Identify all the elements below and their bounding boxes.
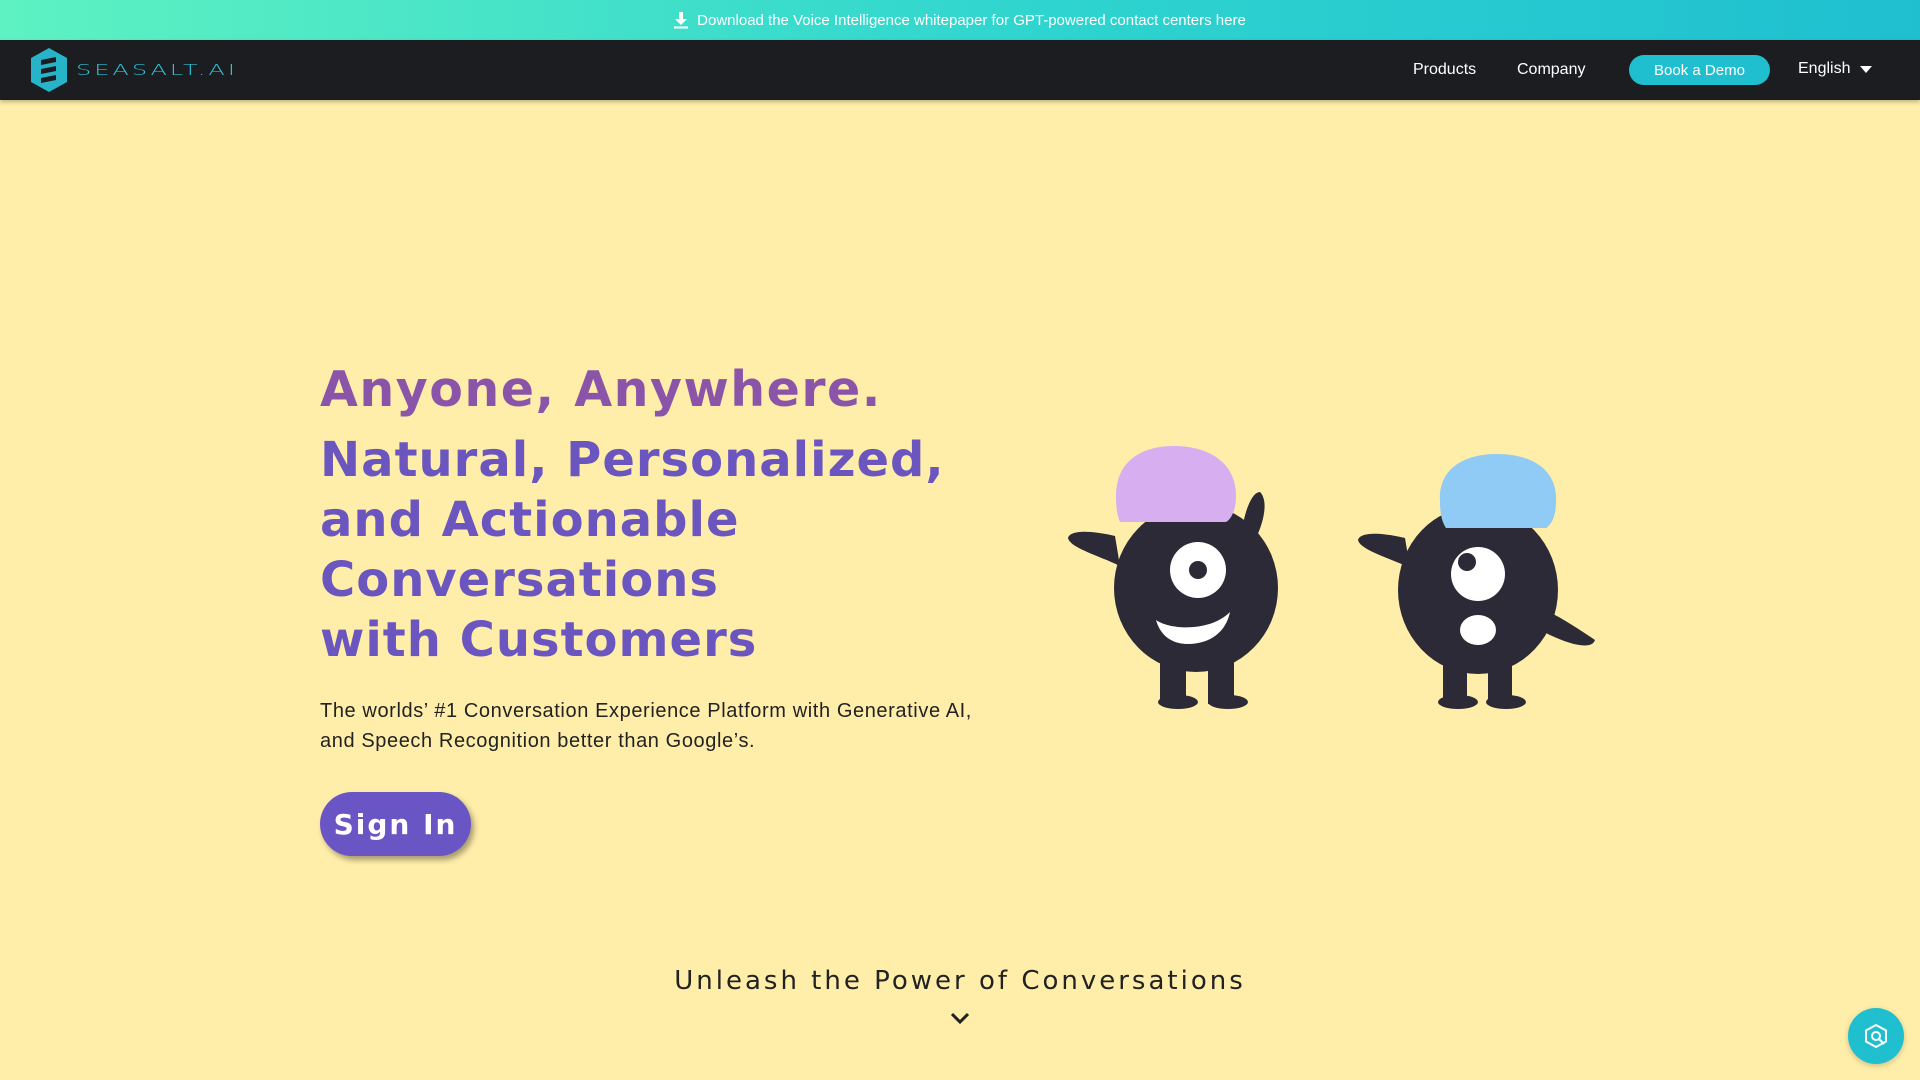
hero-headline: Natural, Personalized, and Actionable Co…: [320, 430, 1040, 670]
seasalt-logo-icon: [31, 48, 67, 92]
subtext-line: The worlds’ #1 Conversation Experience P…: [320, 700, 972, 722]
subtext-line: and Speech Recognition better than Googl…: [320, 730, 756, 752]
brand-logo[interactable]: SEASALT.AI: [28, 46, 238, 94]
chat-bot-icon: [1865, 1023, 1887, 1049]
language-selector[interactable]: English: [1798, 60, 1873, 78]
headline-line: Natural, Personalized,: [320, 432, 945, 488]
mascot-illustration: [1060, 440, 1610, 720]
nav-company[interactable]: Company: [1517, 61, 1585, 79]
language-label: English: [1798, 60, 1851, 77]
nav-products[interactable]: Products: [1413, 61, 1476, 79]
promo-banner[interactable]: Download the Voice Intelligence whitepap…: [0, 0, 1920, 40]
hero-subtext: The worlds’ #1 Conversation Experience P…: [320, 696, 1020, 756]
sign-in-button[interactable]: Sign In: [320, 792, 471, 856]
hero-tagline: Anyone, Anywhere.: [320, 361, 882, 418]
right-mascot: [1358, 454, 1595, 709]
hero-copy: Anyone, Anywhere. Natural, Personalized,…: [320, 360, 1040, 856]
left-mascot: [1068, 446, 1278, 709]
book-demo-button[interactable]: Book a Demo: [1629, 55, 1770, 85]
headline-line: and Actionable Conversations: [320, 492, 740, 608]
logo-wordmark: SEASALT.AI: [76, 61, 238, 79]
promo-text: Download the Voice Intelligence whitepap…: [697, 11, 1246, 29]
chevron-down-icon[interactable]: [950, 1012, 970, 1030]
help-chat-button[interactable]: [1848, 1008, 1904, 1064]
section-title: Unleash the Power of Conversations: [674, 966, 1246, 996]
caret-down-icon: [1860, 60, 1873, 78]
headline-line: with Customers: [320, 612, 758, 668]
navbar: SEASALT.AI Products Company Book a Demo …: [0, 40, 1920, 100]
download-icon: [674, 11, 689, 29]
